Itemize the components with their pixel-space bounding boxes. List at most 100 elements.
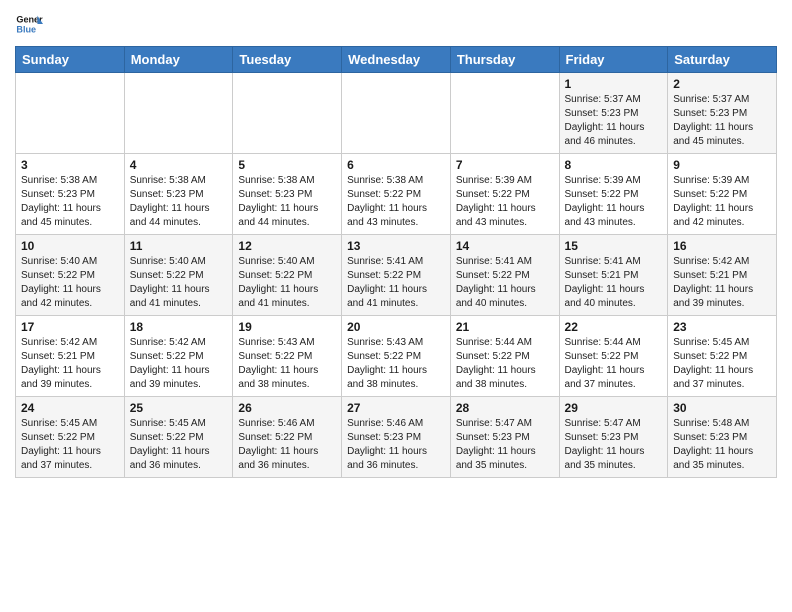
calendar-day-cell: 13 Sunrise: 5:41 AM Sunset: 5:22 PM Dayli… [342, 235, 451, 316]
column-header-thursday: Thursday [450, 47, 559, 73]
day-number: 23 [673, 320, 771, 334]
calendar-week-row: 3 Sunrise: 5:38 AM Sunset: 5:23 PM Daylig… [16, 154, 777, 235]
calendar-day-cell: 7 Sunrise: 5:39 AM Sunset: 5:22 PM Daylig… [450, 154, 559, 235]
day-info: Sunrise: 5:40 AM Sunset: 5:22 PM Dayligh… [21, 255, 119, 311]
day-number: 22 [565, 320, 663, 334]
day-info: Sunrise: 5:38 AM Sunset: 5:23 PM Dayligh… [130, 174, 228, 230]
column-header-saturday: Saturday [668, 47, 777, 73]
calendar-week-row: 17Sunrise: 5:42 AM Sunset: 5:21 PM Dayli… [16, 316, 777, 397]
day-info: Sunrise: 5:43 AM Sunset: 5:22 PM Dayligh… [347, 336, 445, 392]
day-info: Sunrise: 5:47 AM Sunset: 5:23 PM Dayligh… [456, 417, 554, 473]
calendar-day-cell: 6 Sunrise: 5:38 AM Sunset: 5:22 PM Daylig… [342, 154, 451, 235]
calendar-week-row: 1 Sunrise: 5:37 AM Sunset: 5:23 PM Daylig… [16, 73, 777, 154]
day-number: 9 [673, 158, 771, 172]
day-number: 8 [565, 158, 663, 172]
column-header-sunday: Sunday [16, 47, 125, 73]
day-number: 1 [565, 77, 663, 91]
day-number: 10 [21, 239, 119, 253]
calendar-day-cell: 23 Sunrise: 5:45 AM Sunset: 5:22 PM Dayli… [668, 316, 777, 397]
day-number: 3 [21, 158, 119, 172]
calendar-table: SundayMondayTuesdayWednesdayThursdayFrid… [15, 46, 777, 478]
day-info: Sunrise: 5:42 AM Sunset: 5:21 PM Dayligh… [673, 255, 771, 311]
calendar-day-cell: 2 Sunrise: 5:37 AM Sunset: 5:23 PM Daylig… [668, 73, 777, 154]
calendar-day-cell: 22Sunrise: 5:44 AM Sunset: 5:22 PM Dayli… [559, 316, 668, 397]
day-info: Sunrise: 5:39 AM Sunset: 5:22 PM Dayligh… [673, 174, 771, 230]
day-info: Sunrise: 5:40 AM Sunset: 5:22 PM Dayligh… [238, 255, 336, 311]
calendar-day-cell: 8 Sunrise: 5:39 AM Sunset: 5:22 PM Daylig… [559, 154, 668, 235]
calendar-day-cell: 1 Sunrise: 5:37 AM Sunset: 5:23 PM Daylig… [559, 73, 668, 154]
calendar-day-cell: 29 Sunrise: 5:47 AM Sunset: 5:23 PM Dayli… [559, 397, 668, 478]
day-info: Sunrise: 5:41 AM Sunset: 5:22 PM Dayligh… [347, 255, 445, 311]
day-info: Sunrise: 5:38 AM Sunset: 5:23 PM Dayligh… [238, 174, 336, 230]
day-number: 13 [347, 239, 445, 253]
day-number: 28 [456, 401, 554, 415]
day-info: Sunrise: 5:38 AM Sunset: 5:23 PM Dayligh… [21, 174, 119, 230]
calendar-day-cell: 9 Sunrise: 5:39 AM Sunset: 5:22 PM Daylig… [668, 154, 777, 235]
column-header-monday: Monday [124, 47, 233, 73]
calendar-day-cell: 27Sunrise: 5:46 AM Sunset: 5:23 PM Dayli… [342, 397, 451, 478]
calendar-day-cell: 21 Sunrise: 5:44 AM Sunset: 5:22 PM Dayli… [450, 316, 559, 397]
day-number: 17 [21, 320, 119, 334]
calendar-day-cell: 19Sunrise: 5:43 AM Sunset: 5:22 PM Dayli… [233, 316, 342, 397]
calendar-day-cell: 4 Sunrise: 5:38 AM Sunset: 5:23 PM Daylig… [124, 154, 233, 235]
calendar-day-cell [450, 73, 559, 154]
day-number: 14 [456, 239, 554, 253]
day-number: 21 [456, 320, 554, 334]
day-number: 24 [21, 401, 119, 415]
day-number: 29 [565, 401, 663, 415]
day-number: 12 [238, 239, 336, 253]
day-info: Sunrise: 5:43 AM Sunset: 5:22 PM Dayligh… [238, 336, 336, 392]
day-info: Sunrise: 5:39 AM Sunset: 5:22 PM Dayligh… [456, 174, 554, 230]
column-header-friday: Friday [559, 47, 668, 73]
calendar-day-cell: 28 Sunrise: 5:47 AM Sunset: 5:23 PM Dayli… [450, 397, 559, 478]
day-number: 25 [130, 401, 228, 415]
day-number: 4 [130, 158, 228, 172]
day-number: 15 [565, 239, 663, 253]
day-info: Sunrise: 5:39 AM Sunset: 5:22 PM Dayligh… [565, 174, 663, 230]
day-info: Sunrise: 5:48 AM Sunset: 5:23 PM Dayligh… [673, 417, 771, 473]
page-header: General Blue [15, 10, 777, 38]
calendar-header-row: SundayMondayTuesdayWednesdayThursdayFrid… [16, 47, 777, 73]
calendar-day-cell: 14 Sunrise: 5:41 AM Sunset: 5:22 PM Dayli… [450, 235, 559, 316]
calendar-day-cell [16, 73, 125, 154]
day-info: Sunrise: 5:47 AM Sunset: 5:23 PM Dayligh… [565, 417, 663, 473]
calendar-day-cell: 5 Sunrise: 5:38 AM Sunset: 5:23 PM Daylig… [233, 154, 342, 235]
day-info: Sunrise: 5:41 AM Sunset: 5:22 PM Dayligh… [456, 255, 554, 311]
day-info: Sunrise: 5:42 AM Sunset: 5:22 PM Dayligh… [130, 336, 228, 392]
day-number: 30 [673, 401, 771, 415]
calendar-day-cell: 25 Sunrise: 5:45 AM Sunset: 5:22 PM Dayli… [124, 397, 233, 478]
calendar-day-cell: 10 Sunrise: 5:40 AM Sunset: 5:22 PM Dayli… [16, 235, 125, 316]
day-info: Sunrise: 5:44 AM Sunset: 5:22 PM Dayligh… [456, 336, 554, 392]
calendar-day-cell: 20Sunrise: 5:43 AM Sunset: 5:22 PM Dayli… [342, 316, 451, 397]
day-info: Sunrise: 5:45 AM Sunset: 5:22 PM Dayligh… [130, 417, 228, 473]
day-info: Sunrise: 5:45 AM Sunset: 5:22 PM Dayligh… [21, 417, 119, 473]
calendar-week-row: 24 Sunrise: 5:45 AM Sunset: 5:22 PM Dayli… [16, 397, 777, 478]
logo: General Blue [15, 10, 47, 38]
day-number: 16 [673, 239, 771, 253]
day-info: Sunrise: 5:40 AM Sunset: 5:22 PM Dayligh… [130, 255, 228, 311]
day-number: 7 [456, 158, 554, 172]
day-number: 5 [238, 158, 336, 172]
day-info: Sunrise: 5:37 AM Sunset: 5:23 PM Dayligh… [565, 93, 663, 149]
day-info: Sunrise: 5:41 AM Sunset: 5:21 PM Dayligh… [565, 255, 663, 311]
svg-text:Blue: Blue [16, 24, 36, 34]
day-info: Sunrise: 5:37 AM Sunset: 5:23 PM Dayligh… [673, 93, 771, 149]
calendar-day-cell: 18 Sunrise: 5:42 AM Sunset: 5:22 PM Dayli… [124, 316, 233, 397]
day-info: Sunrise: 5:46 AM Sunset: 5:22 PM Dayligh… [238, 417, 336, 473]
day-number: 6 [347, 158, 445, 172]
calendar-day-cell: 16 Sunrise: 5:42 AM Sunset: 5:21 PM Dayli… [668, 235, 777, 316]
calendar-day-cell [342, 73, 451, 154]
day-info: Sunrise: 5:45 AM Sunset: 5:22 PM Dayligh… [673, 336, 771, 392]
calendar-day-cell: 3 Sunrise: 5:38 AM Sunset: 5:23 PM Daylig… [16, 154, 125, 235]
day-number: 26 [238, 401, 336, 415]
calendar-week-row: 10 Sunrise: 5:40 AM Sunset: 5:22 PM Dayli… [16, 235, 777, 316]
logo-icon: General Blue [15, 10, 43, 38]
calendar-day-cell: 15 Sunrise: 5:41 AM Sunset: 5:21 PM Dayli… [559, 235, 668, 316]
day-number: 2 [673, 77, 771, 91]
calendar-day-cell: 11Sunrise: 5:40 AM Sunset: 5:22 PM Dayli… [124, 235, 233, 316]
day-number: 18 [130, 320, 228, 334]
day-info: Sunrise: 5:38 AM Sunset: 5:22 PM Dayligh… [347, 174, 445, 230]
calendar-day-cell: 12 Sunrise: 5:40 AM Sunset: 5:22 PM Dayli… [233, 235, 342, 316]
column-header-tuesday: Tuesday [233, 47, 342, 73]
calendar-day-cell: 17Sunrise: 5:42 AM Sunset: 5:21 PM Dayli… [16, 316, 125, 397]
